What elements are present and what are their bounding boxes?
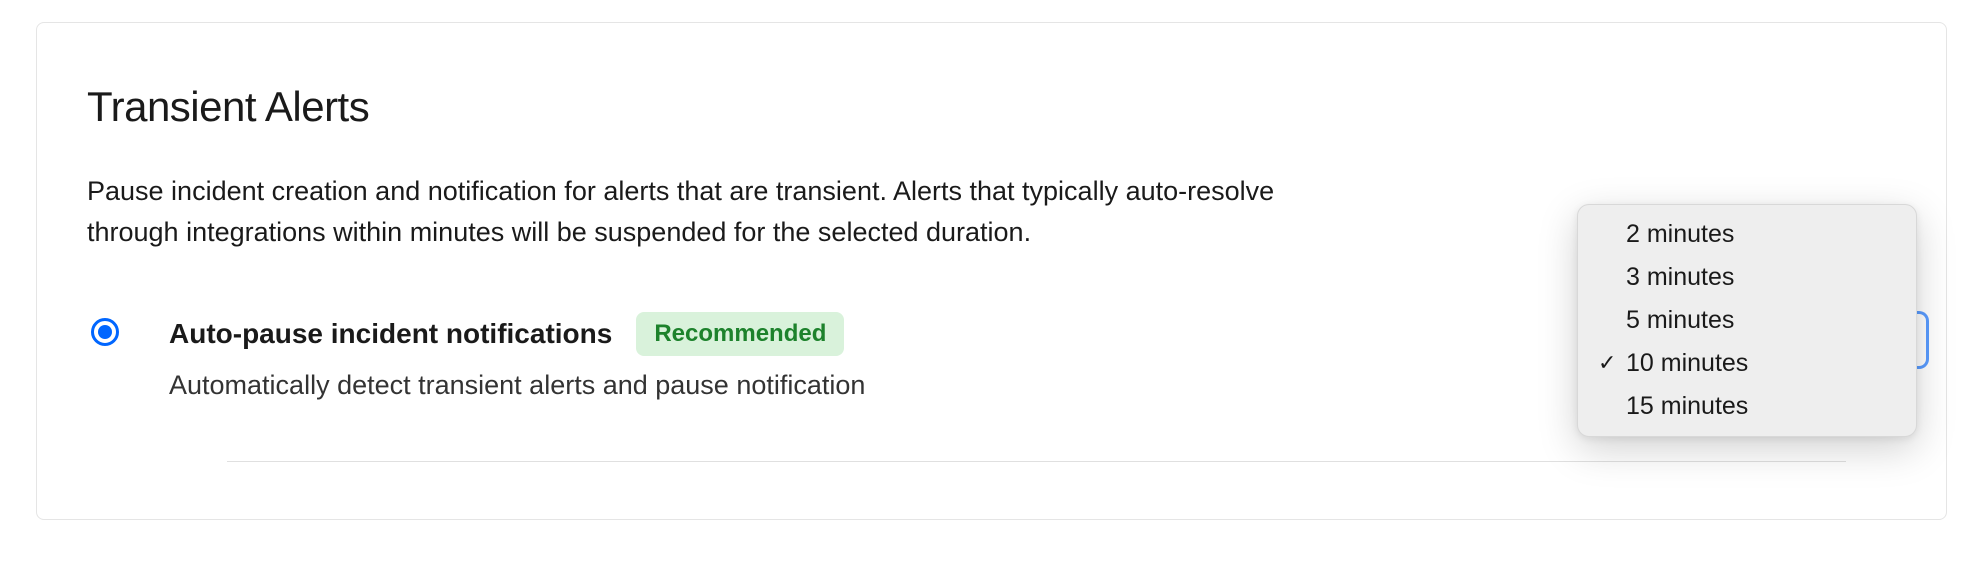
dropdown-item-label: 3 minutes	[1626, 260, 1734, 295]
dropdown-item-10-minutes[interactable]: ✓ 10 minutes	[1578, 342, 1916, 385]
auto-pause-radio[interactable]	[91, 318, 119, 346]
duration-dropdown-menu[interactable]: 2 minutes 3 minutes 5 minutes ✓ 10 minut…	[1577, 204, 1917, 437]
radio-container	[91, 312, 119, 346]
dropdown-item-3-minutes[interactable]: 3 minutes	[1578, 256, 1916, 299]
dropdown-item-label: 2 minutes	[1626, 217, 1734, 252]
dropdown-item-2-minutes[interactable]: 2 minutes	[1578, 213, 1916, 256]
check-icon: ✓	[1598, 348, 1626, 379]
divider	[227, 461, 1846, 462]
option-label: Auto-pause incident notifications	[169, 318, 612, 350]
section-title: Transient Alerts	[87, 83, 1896, 131]
dropdown-item-5-minutes[interactable]: 5 minutes	[1578, 299, 1916, 342]
dropdown-item-label: 5 minutes	[1626, 303, 1734, 338]
dropdown-item-15-minutes[interactable]: 15 minutes	[1578, 385, 1916, 428]
section-description: Pause incident creation and notification…	[87, 171, 1347, 252]
recommended-badge: Recommended	[636, 312, 844, 356]
dropdown-item-label: 15 minutes	[1626, 389, 1748, 424]
dropdown-item-label: 10 minutes	[1626, 346, 1748, 381]
